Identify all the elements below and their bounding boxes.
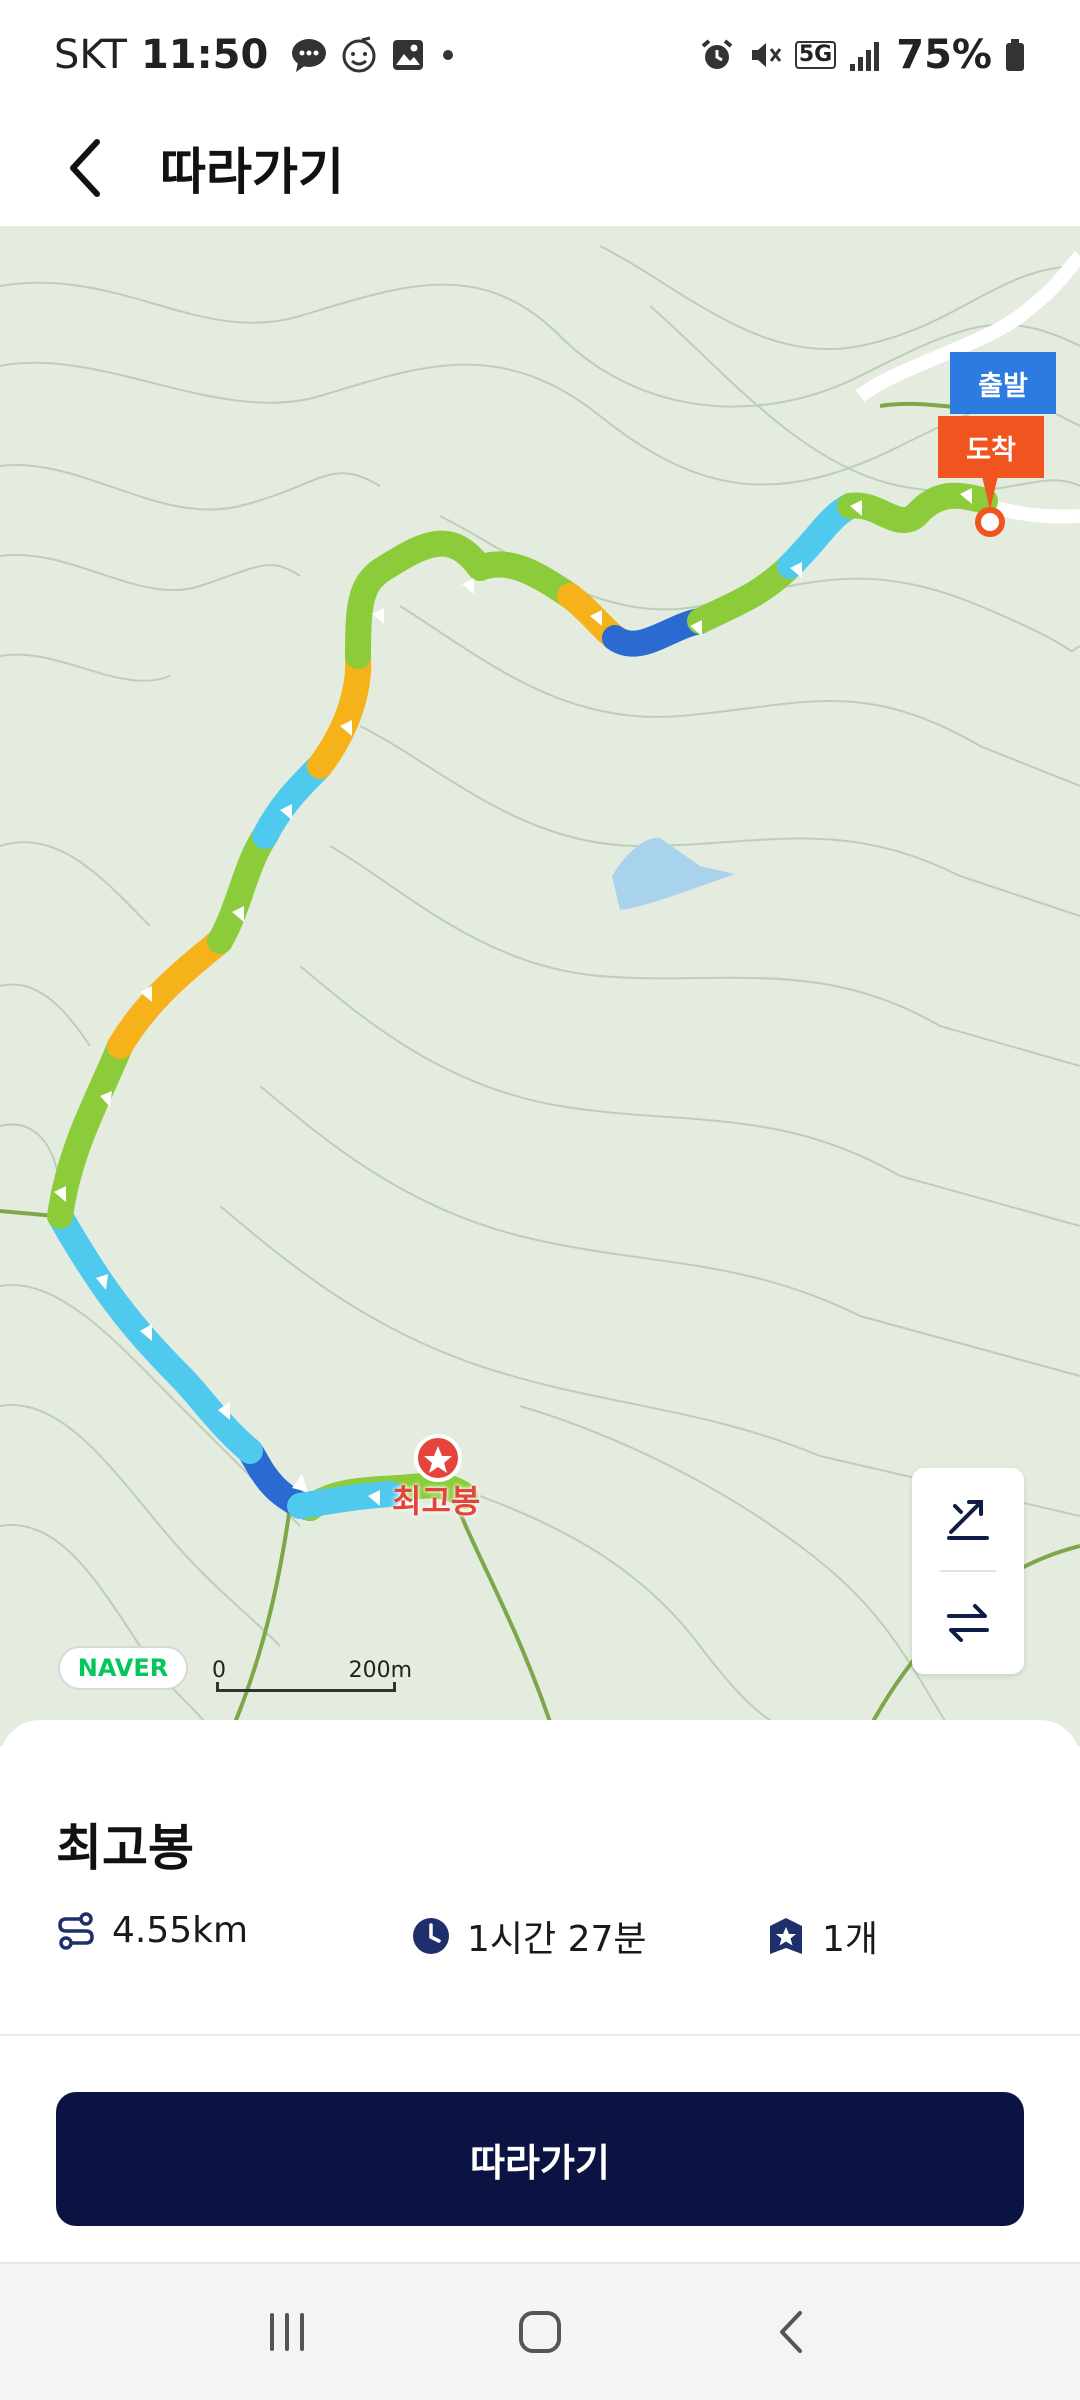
scale-zero-label: 0 xyxy=(212,1658,226,1683)
duration-value: 1시간 27분 xyxy=(467,1919,647,1960)
network-5g-icon: 5G xyxy=(794,41,837,69)
distance-stat: 4.55km xyxy=(56,1910,248,1951)
map-scale: 0 200m xyxy=(212,1658,412,1692)
end-badge: 도착 xyxy=(938,416,1044,478)
status-right: 5G 75% xyxy=(699,32,1026,78)
battery-icon xyxy=(1006,39,1024,71)
recent-apps-button[interactable] xyxy=(237,2282,337,2382)
back-icon xyxy=(780,2311,803,2353)
system-back-button[interactable] xyxy=(743,2282,843,2382)
more-notifications-icon xyxy=(443,50,454,60)
course-stats: 4.55km 1시간 27분 1개 xyxy=(56,1910,1024,1970)
app-header: 따라가기 xyxy=(0,110,1080,226)
start-badge: 출발 xyxy=(950,352,1056,414)
notification-icons xyxy=(290,36,458,74)
scale-bar xyxy=(216,1682,396,1692)
swap-direction-icon xyxy=(947,1604,989,1642)
course-name: 최고봉 xyxy=(56,1819,194,1877)
peak-badge-icon xyxy=(770,1918,802,1954)
start-end-pin xyxy=(975,507,1005,537)
clock: 11:50 xyxy=(140,32,269,78)
chat-bubble-icon xyxy=(292,39,327,72)
route-distance-icon xyxy=(58,1911,94,1950)
home-icon xyxy=(518,2311,561,2353)
recent-apps-icon xyxy=(269,2313,304,2351)
peak-label[interactable]: 최고봉 xyxy=(392,1476,480,1522)
peak-marker xyxy=(414,1434,462,1482)
system-nav-bar xyxy=(0,2262,1080,2400)
naver-logo: NAVER xyxy=(58,1646,188,1690)
duration-stat: 1시간 27분 xyxy=(411,1910,647,1962)
divider xyxy=(0,2034,1080,2036)
peak-count-value: 1개 xyxy=(822,1919,879,1960)
signal-icon xyxy=(850,42,880,71)
mute-icon xyxy=(751,43,782,67)
home-button[interactable] xyxy=(490,2282,590,2382)
gallery-icon xyxy=(393,40,424,70)
page-title: 따라가기 xyxy=(160,143,344,201)
status-left: SKT 11:50 xyxy=(54,32,458,78)
carrier-label: SKT xyxy=(54,32,127,78)
map-view[interactable]: 출발 도착 최고봉 NAVER 0 200m xyxy=(0,226,1080,1746)
slope-toggle-icon xyxy=(947,1500,989,1540)
swap-direction-button[interactable] xyxy=(912,1572,1024,1674)
scale-distance-label: 200m xyxy=(348,1658,412,1683)
status-bar: SKT 11:50 5G 75% xyxy=(0,0,1080,110)
follow-button[interactable]: 따라가기 xyxy=(56,2092,1024,2226)
back-button[interactable] xyxy=(50,133,120,203)
alarm-icon xyxy=(701,39,733,69)
map-tools-panel xyxy=(912,1468,1024,1674)
distance-value: 4.55km xyxy=(112,1910,249,1951)
smiley-icon xyxy=(342,36,376,73)
chevron-left-icon xyxy=(70,139,100,197)
peaks-stat: 1개 xyxy=(766,1910,878,1962)
clock-icon xyxy=(413,1918,449,1954)
battery-percent: 75% xyxy=(896,32,992,78)
slope-toggle-button[interactable] xyxy=(912,1468,1024,1570)
